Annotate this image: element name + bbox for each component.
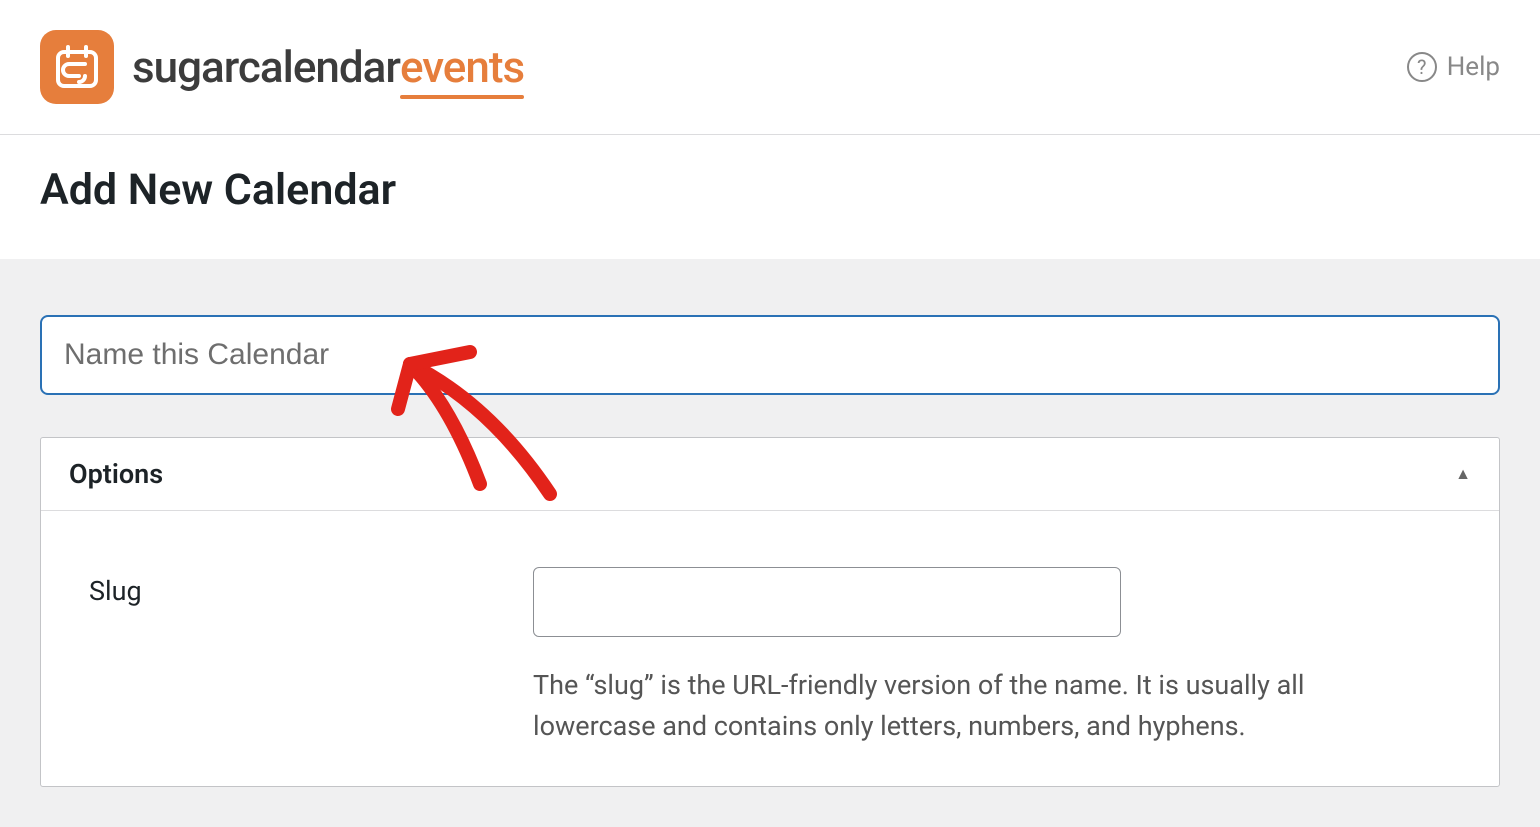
- help-label: Help: [1447, 52, 1500, 82]
- options-panel: Options ▲ Slug The “slug” is the URL-fri…: [40, 437, 1500, 787]
- content-area: Options ▲ Slug The “slug” is the URL-fri…: [0, 259, 1540, 827]
- options-panel-header[interactable]: Options ▲: [41, 438, 1499, 511]
- slug-help-text: The “slug” is the URL-friendly version o…: [533, 665, 1433, 746]
- brand-first: sugarcalendar: [132, 41, 400, 93]
- help-link[interactable]: ? Help: [1407, 52, 1500, 82]
- slug-input[interactable]: [533, 567, 1121, 637]
- slug-label: Slug: [89, 575, 142, 607]
- calendar-icon: [40, 30, 114, 104]
- help-icon: ?: [1407, 52, 1437, 82]
- option-field-col: The “slug” is the URL-friendly version o…: [533, 567, 1459, 746]
- brand-second: events: [400, 41, 524, 93]
- page-title-wrap: Add New Calendar: [0, 135, 1540, 259]
- chevron-up-icon: ▲: [1455, 464, 1471, 484]
- options-panel-title: Options: [69, 458, 163, 490]
- brand-text: sugarcalendarevents: [132, 41, 524, 93]
- app-header: sugarcalendarevents ? Help: [0, 0, 1540, 135]
- option-label-col: Slug: [81, 567, 501, 746]
- calendar-name-input[interactable]: [40, 315, 1500, 395]
- page-title: Add New Calendar: [40, 165, 1500, 215]
- options-panel-body: Slug The “slug” is the URL-friendly vers…: [41, 511, 1499, 786]
- brand-logo: sugarcalendarevents: [40, 30, 524, 104]
